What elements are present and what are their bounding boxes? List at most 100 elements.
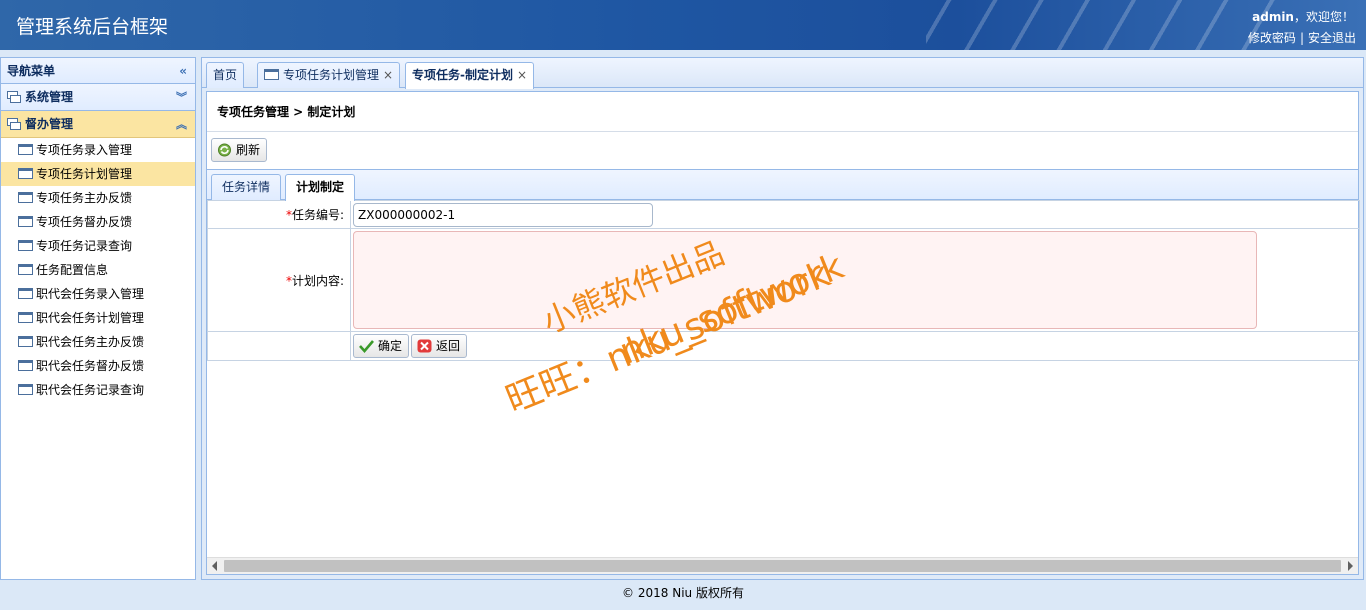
window-icon (18, 360, 33, 371)
subtab-label: 计划制定 (296, 180, 345, 194)
breadcrumb: 专项任务管理 > 制定计划 (207, 92, 1358, 132)
sidebar-item-special-task-supervise-feedback[interactable]: 专项任务督办反馈 (1, 210, 195, 234)
form-row-plan: *计划内容: (207, 228, 1360, 332)
tab-plan-making[interactable]: 计划制定 (285, 174, 356, 201)
sidebar-item-special-task-records[interactable]: 专项任务记录查询 (1, 234, 195, 258)
subtab-bar: 任务详情 计划制定 (207, 170, 1358, 201)
username: admin (1252, 10, 1294, 24)
tab-home[interactable]: 首页 (206, 62, 245, 88)
sidebar-title-label: 导航菜单 (7, 64, 56, 78)
menu-item-label: 专项任务主办反馈 (36, 191, 133, 205)
header-links: 修改密码 | 安全退出 (1248, 29, 1356, 46)
window-icon (18, 240, 33, 251)
task-no-input[interactable]: ZX000000002-1 (353, 202, 653, 227)
logout-link[interactable]: 安全退出 (1308, 31, 1356, 45)
app-title: 管理系统后台框架 (16, 16, 169, 38)
window-icon (264, 69, 279, 80)
tab-special-task-plan[interactable]: 专项任务计划管理 × (257, 62, 401, 88)
refresh-icon (217, 143, 232, 157)
window-icon (18, 288, 33, 299)
window-icon (18, 192, 33, 203)
menu-item-label: 职代会任务督办反馈 (36, 359, 145, 373)
sidebar: 导航菜单 « 系统管理 ︾ 督办管理 ︽ 专项任务录入管理 专项任务计划管理 专… (0, 57, 196, 580)
close-icon[interactable]: × (517, 68, 527, 82)
plan-cell (350, 228, 1360, 332)
sidebar-item-congress-task-plan[interactable]: 职代会任务计划管理 (1, 306, 195, 330)
back-button[interactable]: 返回 (411, 334, 468, 358)
link-separator: | (1299, 31, 1304, 45)
cancel-icon (417, 339, 432, 353)
sidebar-item-special-task-host-feedback[interactable]: 专项任务主办反馈 (1, 186, 195, 210)
toolbar: 刷新 (207, 132, 1358, 170)
menu-item-label: 专项任务录入管理 (36, 143, 133, 157)
scroll-left-icon[interactable] (212, 561, 217, 571)
welcome-text: admin，欢迎您！ (1252, 8, 1354, 25)
sidebar-item-special-task-plan[interactable]: 专项任务计划管理 (1, 162, 195, 186)
window-icon (18, 144, 33, 155)
main-area: 首页 专项任务计划管理 × 专项任务-制定计划 × 专项任务管理 > 制定计划 刷新… (201, 57, 1364, 580)
task-no-label: *任务编号: (207, 200, 351, 229)
tab-task-details[interactable]: 任务详情 (211, 174, 282, 200)
checkmark-icon (359, 339, 374, 353)
welcome-suffix: ，欢迎您！ (1293, 10, 1354, 24)
plan-label-text: 计划内容: (291, 273, 344, 288)
horizontal-scrollbar[interactable] (207, 557, 1358, 574)
group-label: 系统管理 (25, 90, 74, 104)
confirm-button[interactable]: 确定 (353, 334, 410, 358)
footer-copyright: © 2018 Niu 版权所有 (622, 586, 744, 600)
windows-icon (7, 91, 21, 103)
sidebar-group-system[interactable]: 系统管理 ︾ (1, 84, 195, 111)
window-icon (18, 264, 33, 275)
menu-item-label: 专项任务计划管理 (36, 167, 133, 181)
sidebar-item-special-task-entry[interactable]: 专项任务录入管理 (1, 138, 195, 162)
sidebar-title: 导航菜单 « (1, 58, 195, 84)
menu-item-label: 职代会任务录入管理 (36, 287, 145, 301)
tab-label: 专项任务计划管理 (283, 68, 380, 82)
window-icon (18, 312, 33, 323)
close-icon[interactable]: × (383, 68, 393, 82)
form-row-task-no: *任务编号: ZX000000002-1 (207, 200, 1360, 229)
window-icon (18, 336, 33, 347)
group-label: 督办管理 (25, 117, 74, 131)
scroll-thumb[interactable] (224, 560, 1341, 572)
window-icon (18, 216, 33, 227)
collapse-icon[interactable]: ︽ (176, 111, 187, 138)
task-no-label-text: 任务编号: (291, 208, 344, 222)
sidebar-item-congress-task-host-feedback[interactable]: 职代会任务主办反馈 (1, 330, 195, 354)
tab-label: 专项任务-制定计划 (412, 68, 513, 82)
menu-item-label: 职代会任务主办反馈 (36, 335, 145, 349)
task-no-cell: ZX000000002-1 (350, 200, 1360, 229)
collapse-sidebar-icon[interactable]: « (179, 58, 187, 84)
menu-item-label: 任务配置信息 (36, 263, 109, 277)
back-label: 返回 (436, 339, 461, 353)
menu-item-label: 专项任务督办反馈 (36, 215, 133, 229)
tab-make-plan[interactable]: 专项任务-制定计划 × (405, 62, 535, 89)
app-header: 管理系统后台框架 admin，欢迎您！ 修改密码 | 安全退出 (0, 0, 1366, 50)
actions-empty-cell (207, 331, 351, 361)
plan-form: *任务编号: ZX000000002-1 *计划内容: 确定 返回 (207, 200, 1360, 361)
scroll-right-icon[interactable] (1348, 561, 1353, 571)
sidebar-item-task-config[interactable]: 任务配置信息 (1, 258, 195, 282)
refresh-label: 刷新 (236, 143, 261, 157)
menu-item-label: 职代会任务记录查询 (36, 383, 145, 397)
change-password-link[interactable]: 修改密码 (1248, 31, 1296, 45)
plan-content-textarea[interactable] (353, 231, 1257, 329)
actions-cell: 确定 返回 (350, 331, 1360, 361)
window-icon (18, 384, 33, 395)
menu-item-label: 专项任务记录查询 (36, 239, 133, 253)
tab-bar: 首页 专项任务计划管理 × 专项任务-制定计划 × (202, 58, 1363, 89)
sidebar-item-congress-task-records[interactable]: 职代会任务记录查询 (1, 378, 195, 402)
sidebar-item-congress-task-supervise-feedback[interactable]: 职代会任务督办反馈 (1, 354, 195, 378)
tab-label: 首页 (213, 68, 238, 82)
refresh-button[interactable]: 刷新 (211, 138, 268, 162)
header-decoration (926, 0, 1286, 50)
content-panel: 专项任务管理 > 制定计划 刷新 任务详情 计划制定 *任务编号: ZX0000… (206, 91, 1360, 575)
menu-item-label: 职代会任务计划管理 (36, 311, 145, 325)
subtab-label: 任务详情 (222, 180, 271, 194)
sidebar-group-supervision[interactable]: 督办管理 ︽ (1, 111, 195, 138)
window-icon (18, 168, 33, 179)
plan-label: *计划内容: (207, 228, 351, 332)
windows-icon (7, 118, 21, 130)
expand-icon[interactable]: ︾ (176, 84, 187, 111)
sidebar-item-congress-task-entry[interactable]: 职代会任务录入管理 (1, 282, 195, 306)
